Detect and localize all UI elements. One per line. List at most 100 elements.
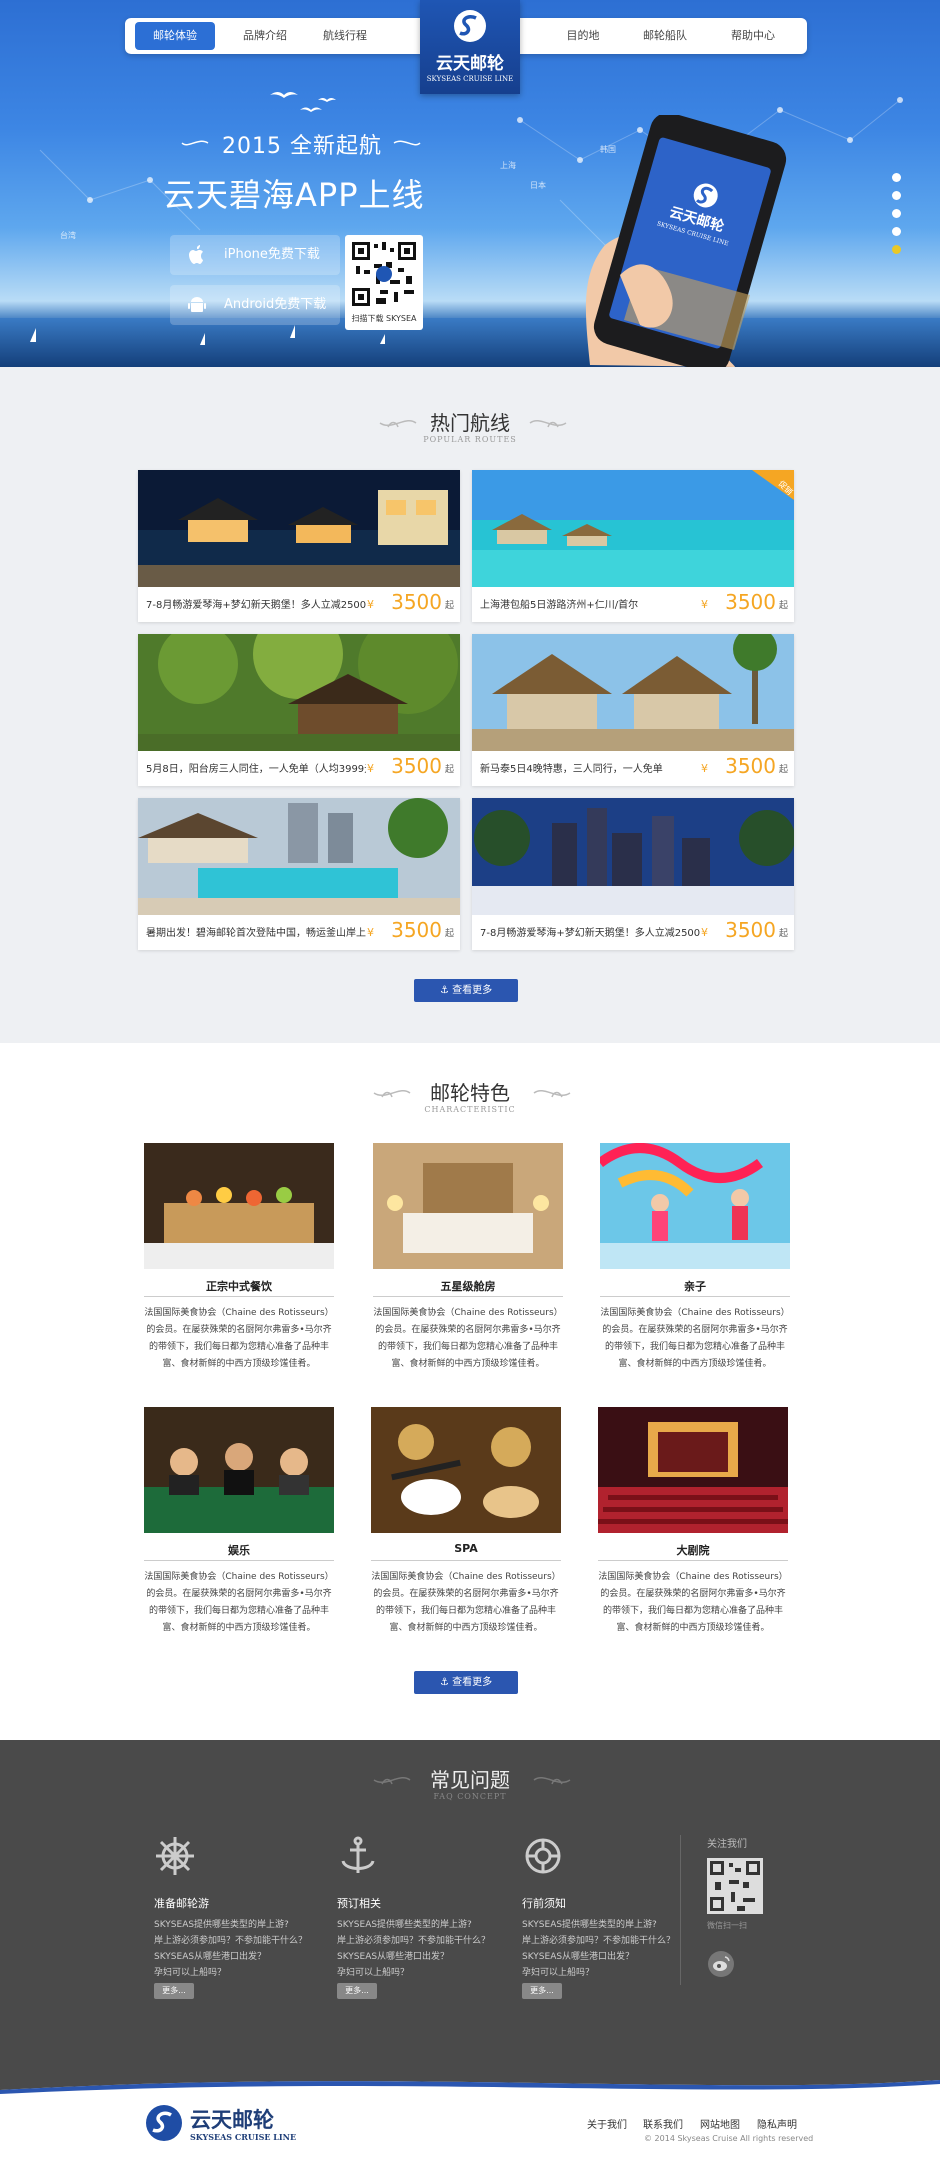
route-card[interactable]: 暑期出发！碧海邮轮首次登陆中国，畅运釜山岸上游览！ ¥ 3500 起 — [138, 798, 460, 950]
wechat-caption: 微信扫一扫 — [707, 1921, 747, 1930]
feature-image[interactable] — [144, 1407, 334, 1533]
feature-image[interactable] — [600, 1143, 790, 1269]
route-title[interactable]: 5月8日，阳台房三人同住，一人免单（人均3999元） — [146, 760, 366, 775]
slide-dot-2[interactable] — [892, 191, 901, 200]
slide-dot-3[interactable] — [892, 209, 901, 218]
route-title[interactable]: 新马泰5日4晚特惠，三人同行，一人免单 — [480, 760, 700, 775]
route-title[interactable]: 上海港包船5日游路济州+仁川/首尔 — [480, 596, 700, 611]
faq-title: 常见问题 — [430, 1768, 510, 1792]
faq-question[interactable]: SKYSEAS提供哪些类型的岸上游? — [522, 1917, 722, 1930]
footer-link-about[interactable]: 关于我们 — [587, 2116, 627, 2131]
footer-link-privacy[interactable]: 隐私声明 — [757, 2116, 797, 2131]
hero-year-line: 2015 全新起航 — [222, 134, 382, 159]
svg-text:台湾: 台湾 — [60, 230, 76, 240]
price-currency: ¥ — [367, 926, 374, 939]
route-image[interactable]: 促销 — [472, 470, 794, 587]
price-currency: ¥ — [701, 598, 708, 611]
faq-section: 常见问题 FAQ CONCEPT 准备邮轮游 SKYSEAS提供哪些类型的岸上游… — [0, 1740, 940, 2070]
route-price: 3500 — [391, 754, 442, 778]
faq-question[interactable]: 孕妇可以上船吗？ — [154, 1965, 354, 1978]
qr-caption: 扫描下载 SKYSEA — [351, 314, 417, 323]
footer-logo-icon[interactable] — [145, 2104, 183, 2142]
route-image[interactable] — [138, 470, 460, 587]
feature-divider — [144, 1560, 334, 1561]
brand-s-icon — [454, 10, 486, 42]
price-suffix: 起 — [444, 929, 454, 939]
anchor-icon: ⚓ — [439, 985, 453, 996]
faq-more-button[interactable]: 更多... — [337, 1983, 377, 1999]
hand-phone-illustration: 云天邮轮 SKYSEAS CRUISE LINE — [585, 115, 787, 367]
route-title[interactable]: 暑期出发！碧海邮轮首次登陆中国，畅运釜山岸上游览！ — [146, 924, 366, 939]
feature-divider — [600, 1296, 790, 1297]
route-image[interactable] — [138, 798, 460, 915]
slide-dot-1[interactable] — [892, 173, 901, 182]
slide-dot-4[interactable] — [892, 227, 901, 236]
night-resort-photo — [138, 470, 460, 587]
feature-image[interactable] — [373, 1143, 563, 1269]
route-image[interactable] — [138, 634, 460, 751]
nav-item-routes[interactable]: 航线行程 — [305, 18, 385, 54]
nav-item-cruise-experience[interactable]: 邮轮体验 — [135, 22, 215, 50]
route-card[interactable]: 7-8月畅游爱琴海+梦幻新天鹅堡！多人立减2500元！ ¥ 3500 起 — [138, 470, 460, 622]
faq-more-button[interactable]: 更多... — [522, 1983, 562, 1999]
route-title[interactable]: 7-8月畅游爱琴海+梦幻新天鹅堡！多人立减2500元！ — [480, 924, 700, 939]
faq-question[interactable]: SKYSEAS从哪些港口出发？ — [337, 1949, 537, 1962]
faq-question[interactable]: SKYSEAS提供哪些类型的岸上游? — [337, 1917, 537, 1930]
price-suffix: 起 — [778, 601, 788, 611]
faq-more-button[interactable]: 更多... — [154, 1983, 194, 1999]
footer-link-contact[interactable]: 联系我们 — [643, 2116, 683, 2131]
feature-name: SPA — [454, 1542, 478, 1555]
jungle-lodge-photo — [138, 634, 460, 751]
svg-text:上海: 上海 — [500, 160, 516, 170]
faq-question[interactable]: SKYSEAS从哪些港口出发？ — [522, 1949, 722, 1962]
hero-banner: 韩国 上海 日本 台湾 邮轮体验 品牌介绍 航线行程 目的地 邮轮船队 帮助中心 云天… — [0, 0, 940, 367]
feature-description: 法国国际美食协会（Chaine des Rotisseurs）的会员。在屡获殊荣… — [373, 1308, 563, 1369]
faq-question[interactable]: 岸上游必须参加吗？不参加能干什么？ — [154, 1933, 354, 1946]
feature-image[interactable] — [598, 1407, 788, 1533]
cruise-features-section: 邮轮特色 CHARACTERISTIC 正宗中式餐饮 法国国际美食协会（Chai… — [0, 1043, 940, 1740]
nav-item-fleet[interactable]: 邮轮船队 — [625, 18, 705, 54]
faq-question[interactable]: 岸上游必须参加吗？不参加能干什么？ — [337, 1933, 537, 1946]
faq-question[interactable]: SKYSEAS从哪些港口出发？ — [154, 1949, 354, 1962]
route-image[interactable] — [472, 798, 794, 915]
route-card[interactable]: 7-8月畅游爱琴海+梦幻新天鹅堡！多人立减2500元！ ¥ 3500 起 — [472, 798, 794, 950]
follow-title: 关注我们 — [707, 1839, 747, 1850]
spa-photo — [371, 1407, 561, 1533]
route-card[interactable]: 新马泰5日4晚特惠，三人同行，一人免单 ¥ 3500 起 — [472, 634, 794, 786]
route-title[interactable]: 7-8月畅游爱琴海+梦幻新天鹅堡！多人立减2500元！ — [146, 596, 366, 611]
feature-image[interactable] — [144, 1143, 334, 1269]
overwater-villa-photo: 促销 — [472, 470, 794, 587]
apple-icon — [189, 245, 203, 264]
iphone-download-button[interactable]: iPhone免费下载 — [170, 235, 340, 275]
brand-logo[interactable]: 云天邮轮 SKYSEAS CRUISE LINE — [420, 0, 520, 94]
price-suffix: 起 — [778, 929, 788, 939]
weibo-icon[interactable] — [707, 1950, 735, 1978]
casino-photo — [144, 1407, 334, 1533]
nav-item-help[interactable]: 帮助中心 — [713, 18, 793, 54]
slide-dot-5-active[interactable] — [892, 245, 901, 254]
price-currency: ¥ — [701, 762, 708, 775]
footer-brand-name: 云天邮轮 — [190, 2108, 274, 2132]
faq-heading: 预订相关 — [337, 1897, 381, 1910]
footer-link-sitemap[interactable]: 网站地图 — [700, 2116, 740, 2131]
feature-description: 法国国际美食协会（Chaine des Rotisseurs）的会员。在屡获殊荣… — [144, 1572, 334, 1633]
features-more-button[interactable]: ⚓ 查看更多 — [414, 1671, 518, 1694]
feature-name: 亲子 — [684, 1280, 706, 1293]
faq-question[interactable]: 孕妇可以上船吗？ — [337, 1965, 537, 1978]
price-suffix: 起 — [444, 601, 454, 611]
thatched-villa-photo — [472, 634, 794, 751]
nav-item-destinations[interactable]: 目的地 — [543, 18, 623, 54]
anchor-icon: ⚓ — [439, 1677, 453, 1688]
route-card[interactable]: 促销 上海港包船5日游路济州+仁川/首尔 ¥ 3500 起 — [472, 470, 794, 622]
faq-question[interactable]: 岸上游必须参加吗？不参加能干什么？ — [522, 1933, 722, 1946]
faq-question[interactable]: SKYSEAS提供哪些类型的岸上游? — [154, 1917, 354, 1930]
nav-item-brand[interactable]: 品牌介绍 — [225, 18, 305, 54]
feature-image[interactable] — [371, 1407, 561, 1533]
feature-divider — [144, 1296, 334, 1297]
route-card[interactable]: 5月8日，阳台房三人同住，一人免单（人均3999元） ¥ 3500 起 — [138, 634, 460, 786]
route-image[interactable] — [472, 634, 794, 751]
android-download-button[interactable]: Android免费下载 — [170, 285, 340, 325]
routes-more-button[interactable]: ⚓ 查看更多 — [414, 979, 518, 1002]
faq-question[interactable]: 孕妇可以上船吗？ — [522, 1965, 722, 1978]
feature-divider — [373, 1296, 563, 1297]
